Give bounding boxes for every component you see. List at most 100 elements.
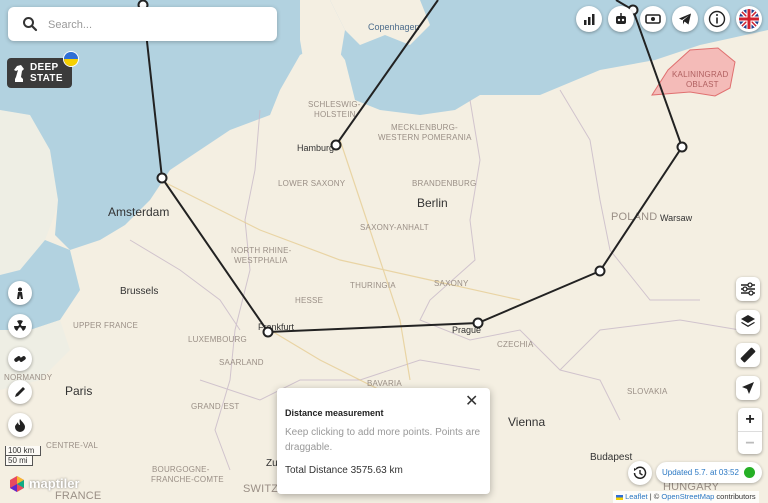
ruler-icon [740, 347, 756, 363]
close-icon[interactable]: ✕ [465, 391, 478, 411]
scale-bar: 100 km 50 mi [5, 446, 41, 466]
telegram-icon [679, 13, 691, 25]
filters-button[interactable] [736, 277, 760, 301]
telegram-button[interactable] [672, 6, 698, 32]
region-label: LOWER SAXONY [278, 179, 346, 188]
zoom-out-button[interactable]: − [738, 431, 762, 455]
knight-icon [14, 65, 24, 82]
region-label: SLOVAKIA [627, 387, 668, 396]
region-label: FRANCHE-COMTE [151, 475, 224, 484]
city-label: Vienna [508, 415, 545, 429]
osm-link[interactable]: OpenStreetMap [661, 492, 714, 501]
layers-button[interactable] [736, 310, 760, 334]
region-label: SCHLESWIG- [308, 100, 361, 109]
donate-button[interactable] [640, 6, 666, 32]
region-label: LUXEMBOURG [188, 335, 247, 344]
logo-text: DEEP [30, 62, 59, 73]
country-label: POLAND [611, 211, 657, 223]
city-label: Budapest [590, 452, 632, 463]
scale-mi: 50 mi [5, 456, 33, 466]
link-icon [14, 356, 26, 362]
city-label: Copenhagen [368, 22, 420, 32]
region-label: MECKLENBURG- [391, 123, 458, 132]
region-label: BAVARIA [367, 379, 402, 388]
measurement-point[interactable] [472, 317, 484, 329]
info-button[interactable] [704, 6, 730, 32]
region-label: NORTH RHINE- [231, 246, 292, 255]
maptiler-icon [10, 476, 24, 492]
zoom-in-button[interactable]: + [738, 408, 762, 431]
pen-icon [15, 387, 25, 397]
popup-hint: Keep clicking to add more points. Points… [285, 427, 481, 453]
logo-text: STATE [30, 73, 63, 84]
measurement-point[interactable] [262, 326, 274, 338]
measurement-point[interactable] [594, 265, 606, 277]
region-label: WESTERN POMERANIA [378, 133, 472, 142]
search-input[interactable] [46, 7, 270, 43]
measure-button[interactable] [736, 343, 760, 367]
ukraine-flag-icon [616, 494, 623, 500]
country-label: SWITZ [243, 483, 278, 495]
region-label: HOLSTEIN [314, 110, 356, 119]
region-label: CENTRE-VAL [46, 441, 98, 450]
distance-popup: Distance measurement ✕ Keep clicking to … [277, 388, 490, 494]
region-label: GRAND EST [191, 402, 239, 411]
region-label: WESTPHALIA [234, 256, 288, 265]
money-icon [645, 14, 661, 24]
chart-button[interactable] [576, 6, 602, 32]
updated-text: Updated 5.7. at 03:52 [662, 468, 739, 477]
person-icon [17, 287, 23, 299]
leaflet-link[interactable]: Leaflet [625, 492, 648, 501]
info-icon [708, 10, 726, 28]
popup-title: Distance measurement [285, 408, 384, 418]
total-distance: Total Distance 3575.63 km [285, 465, 403, 476]
layers-icon [741, 315, 755, 327]
maptiler-text: maptiler [29, 476, 80, 491]
history-icon [633, 466, 647, 479]
history-button[interactable] [628, 461, 652, 485]
measurement-point[interactable] [676, 141, 688, 153]
radiation-button[interactable] [8, 314, 32, 338]
draw-button[interactable] [8, 380, 32, 404]
fire-button[interactable] [8, 413, 32, 437]
sliders-icon [741, 282, 755, 296]
region-label: SAXONY-ANHALT [360, 223, 429, 232]
region-label: UPPER FRANCE [73, 321, 138, 330]
city-label: Hamburg [297, 143, 334, 153]
region-label: OBLAST [686, 80, 719, 89]
search-icon [23, 17, 38, 32]
measurement-point[interactable] [330, 139, 342, 151]
fire-icon [15, 419, 25, 432]
scale-km: 100 km [5, 446, 41, 456]
chart-icon [584, 14, 595, 25]
measurement-point[interactable] [156, 172, 168, 184]
region-label: NORMANDY [4, 373, 53, 382]
country-label: FRANCE [55, 490, 101, 502]
language-button[interactable] [736, 6, 762, 32]
attribution-suffix: contributors [714, 492, 756, 501]
attribution: Leaflet | © OpenStreetMap contributors [613, 491, 759, 503]
region-label: THURINGIA [350, 281, 396, 290]
bot-button[interactable] [608, 6, 634, 32]
region-label: BOURGOGNE- [152, 465, 210, 474]
region-label: HESSE [295, 296, 323, 305]
search-box[interactable] [8, 7, 277, 43]
attribution-sep: | © [647, 492, 662, 501]
update-status[interactable]: Updated 5.7. at 03:52 [656, 462, 762, 483]
region-label: SAARLAND [219, 358, 264, 367]
region-label: SAXONY [434, 279, 469, 288]
bot-icon [616, 13, 626, 24]
city-label: Zu [266, 458, 278, 469]
status-dot [744, 467, 755, 478]
city-label: Amsterdam [108, 205, 169, 219]
ukraine-flag-icon [63, 51, 79, 67]
zoom-control: + − [738, 408, 762, 454]
region-label: BRANDENBURG [412, 179, 476, 188]
link-button[interactable] [8, 347, 32, 371]
locate-button[interactable] [736, 376, 760, 400]
unit-filter-button[interactable] [8, 281, 32, 305]
region-label: CZECHIA [497, 340, 534, 349]
city-label: Warsaw [660, 213, 693, 223]
deepstate-logo[interactable]: DEEP STATE [7, 51, 79, 88]
radiation-icon [14, 320, 26, 331]
